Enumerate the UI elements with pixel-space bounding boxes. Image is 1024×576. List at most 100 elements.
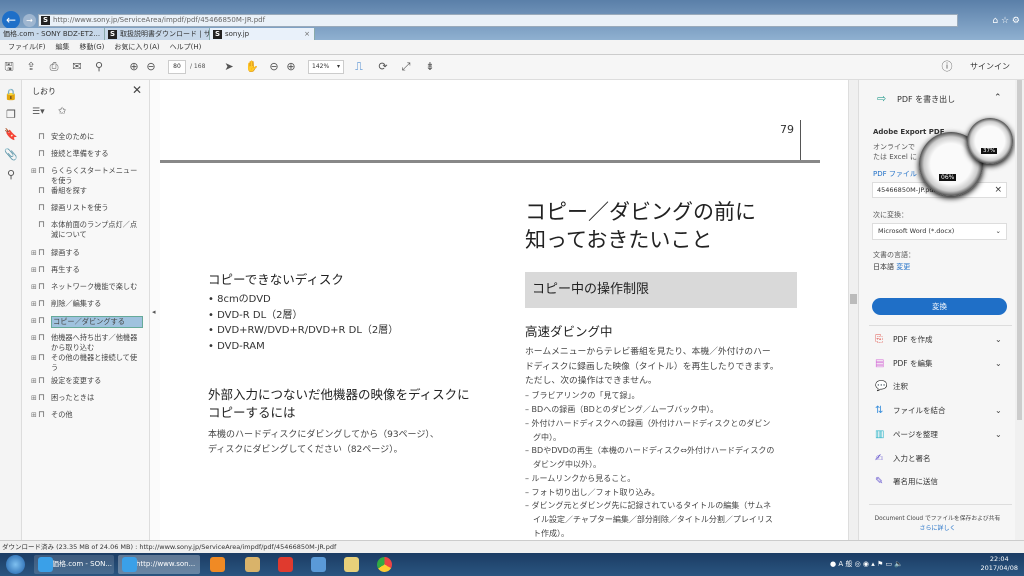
tool-create-pdf[interactable]: ⎘ PDF を作成 ⌄ xyxy=(875,334,1015,346)
explorer-icon[interactable] xyxy=(344,557,359,572)
bookmark-icon[interactable]: 🔖 xyxy=(4,128,18,142)
rotate-icon[interactable]: ⟳ xyxy=(376,60,390,74)
system-tray-icons[interactable]: ● A 般 ◎ ◉ ▴ ⚑ ▭ 🔈 xyxy=(830,559,903,569)
chrome-icon[interactable] xyxy=(377,557,392,572)
tool-send-sign[interactable]: ✎ 署名用に送信 xyxy=(875,476,1015,488)
chevron-up-icon[interactable]: ⌃ xyxy=(994,93,1002,103)
pages-icon[interactable]: ❐ xyxy=(4,108,18,122)
upload-icon[interactable]: ⇪ xyxy=(24,60,38,74)
menu-edit[interactable]: 編集 xyxy=(56,40,70,54)
menu-go[interactable]: 移動(G) xyxy=(80,40,105,54)
page-number-input[interactable]: 80 xyxy=(168,60,186,74)
expand-icon[interactable]: ⊞ xyxy=(31,299,37,309)
restriction-item: グ中）。 xyxy=(525,432,561,442)
panel-collapse-handle[interactable]: ◂ xyxy=(150,80,160,540)
expand-icon[interactable]: ⊞ xyxy=(31,410,37,420)
search-icon[interactable]: ⚲ xyxy=(4,168,18,182)
tab-kakaku[interactable]: 価格.com - SONY BDZ-ET2... xyxy=(0,28,105,40)
expand-icon[interactable]: ⊞ xyxy=(31,166,37,176)
convert-button[interactable]: 変換 xyxy=(872,298,1007,315)
expand-icon[interactable]: ⊞ xyxy=(31,248,37,258)
app-icon[interactable] xyxy=(278,557,293,572)
forward-button[interactable]: → xyxy=(23,14,36,27)
heading-external-input: 外部入力につないだ他機器の映像をディスクに コピーするには xyxy=(208,387,470,420)
close-tab-icon[interactable]: × xyxy=(304,28,310,40)
start-button[interactable] xyxy=(6,555,25,574)
email-icon[interactable]: ✉ xyxy=(70,60,84,74)
convert-to-label: 次に変換： xyxy=(873,211,908,219)
format-select[interactable]: Microsoft Word (*.docx) ⌄ xyxy=(872,223,1007,240)
app-icon[interactable] xyxy=(311,557,326,572)
prev-page-icon[interactable]: ⊕ xyxy=(127,60,141,74)
menu-favorites[interactable]: お気に入り(A) xyxy=(114,40,159,54)
menu-help[interactable]: ヘルプ(H) xyxy=(170,40,202,54)
bookmark-label: 設定を変更する xyxy=(51,376,102,385)
expand-icon[interactable]: ⊞ xyxy=(31,333,37,343)
search-icon[interactable]: ⚲ xyxy=(92,60,106,74)
left-icon-rail: 🔒 ❐ 🔖 📎 ⚲ xyxy=(0,80,22,540)
change-language-link[interactable]: 変更 xyxy=(896,263,910,271)
disc-list: • 8cmのDVD • DVD-R DL（2層） • DVD+RW/DVD+R/… xyxy=(208,292,398,354)
body-line: ドディスクに録画した映像（タイトル）を再生したりできます。 xyxy=(525,361,779,372)
collapse-arrow-icon[interactable]: ◂ xyxy=(152,308,156,316)
chevron-down-icon[interactable]: ⌄ xyxy=(995,334,1002,346)
clock[interactable]: 22:04 2017/04/08 xyxy=(981,555,1018,573)
expand-icon[interactable]: ⊞ xyxy=(31,265,37,275)
zoom-out-icon[interactable]: ⊖ xyxy=(267,60,281,74)
help-icon[interactable]: ⓘ xyxy=(940,60,954,74)
print-icon[interactable]: ⎙ xyxy=(47,60,61,74)
export-pdf-header[interactable]: PDF を書き出し xyxy=(897,94,955,105)
tools-pane-scrollbar[interactable] xyxy=(1015,80,1024,540)
chevron-down-icon: ⌄ xyxy=(995,227,1001,235)
expand-icon[interactable]: ⊞ xyxy=(31,353,37,363)
learn-more-link[interactable]: さらに詳しく xyxy=(859,523,1016,532)
scroll-thumb[interactable] xyxy=(850,294,857,304)
bookmark-options-icon[interactable]: ☰▾ xyxy=(32,107,45,117)
zoom-select[interactable]: 142% ▾ xyxy=(308,60,344,74)
document-scrollbar[interactable] xyxy=(848,80,858,540)
new-bookmark-icon[interactable]: ✩ xyxy=(58,106,66,117)
app-icon[interactable] xyxy=(245,557,260,572)
menu-file[interactable]: ファイル(F) xyxy=(8,40,46,54)
tool-organize-pages[interactable]: ▥ ページを整理 ⌄ xyxy=(875,429,1015,441)
tool-fill-sign[interactable]: ✍ 入力と署名 xyxy=(875,453,1015,465)
ie-icon xyxy=(122,557,137,572)
chevron-down-icon[interactable]: ⌄ xyxy=(995,358,1002,370)
media-player-icon[interactable] xyxy=(210,557,225,572)
signin-link[interactable]: サインイン xyxy=(970,60,1010,74)
fit-page-icon[interactable]: ⎍ xyxy=(352,60,366,74)
next-page-icon[interactable]: ⊖ xyxy=(144,60,158,74)
tab-sony[interactable]: Ssony.jp × xyxy=(210,28,315,40)
scroll-thumb[interactable] xyxy=(1017,80,1022,420)
save-icon[interactable]: 🖫 xyxy=(2,60,16,74)
select-tool-icon[interactable]: ➤ xyxy=(222,60,236,74)
bookmark-icon: ⊓ xyxy=(38,376,46,386)
list-item: • DVD-RAM xyxy=(208,340,265,352)
hand-tool-icon[interactable]: ✋ xyxy=(245,60,259,74)
scroll-mode-icon[interactable]: ⇟ xyxy=(423,60,437,74)
expand-icon[interactable]: ⊞ xyxy=(31,316,37,326)
zoom-in-icon[interactable]: ⊕ xyxy=(284,60,298,74)
close-icon[interactable]: ✕ xyxy=(132,83,142,97)
attachment-icon[interactable]: 📎 xyxy=(4,148,18,162)
tool-combine-files[interactable]: ⇅ ファイルを結合 ⌄ xyxy=(875,405,1015,417)
page-title: コピー／ダビングの前に 知っておきたいこと xyxy=(525,200,756,252)
lock-icon[interactable]: 🔒 xyxy=(4,88,18,102)
clear-icon[interactable]: × xyxy=(994,183,1002,197)
tool-edit-pdf[interactable]: ▤ PDF を編集 ⌄ xyxy=(875,358,1015,370)
chevron-down-icon[interactable]: ⌄ xyxy=(995,405,1002,417)
address-bar[interactable]: Shttp://www.sony.jp/ServiceArea/impdf/pd… xyxy=(38,14,958,27)
chevron-down-icon[interactable]: ⌄ xyxy=(995,429,1002,441)
tab-manual-download[interactable]: S 取扱説明書ダウンロード | サ... xyxy=(105,28,210,40)
pdf-document-view[interactable]: 79 コピー／ダビングの前に 知っておきたいこと コピーできないディスク • 8c… xyxy=(160,80,848,540)
site-icon: S xyxy=(108,29,117,39)
tool-comment[interactable]: 💬 注釈 xyxy=(875,381,1015,393)
back-button[interactable]: ← xyxy=(2,11,20,29)
memory-value: 37% xyxy=(981,148,998,154)
expand-icon[interactable]: ⊞ xyxy=(31,282,37,292)
home-star-gear-icons[interactable]: ⌂ ☆ ⚙ xyxy=(992,16,1020,26)
full-screen-icon[interactable]: ⤢ xyxy=(399,60,413,74)
expand-icon[interactable]: ⊞ xyxy=(31,376,37,386)
bookmark-icon: ⊓ xyxy=(38,166,46,176)
expand-icon[interactable]: ⊞ xyxy=(31,393,37,403)
